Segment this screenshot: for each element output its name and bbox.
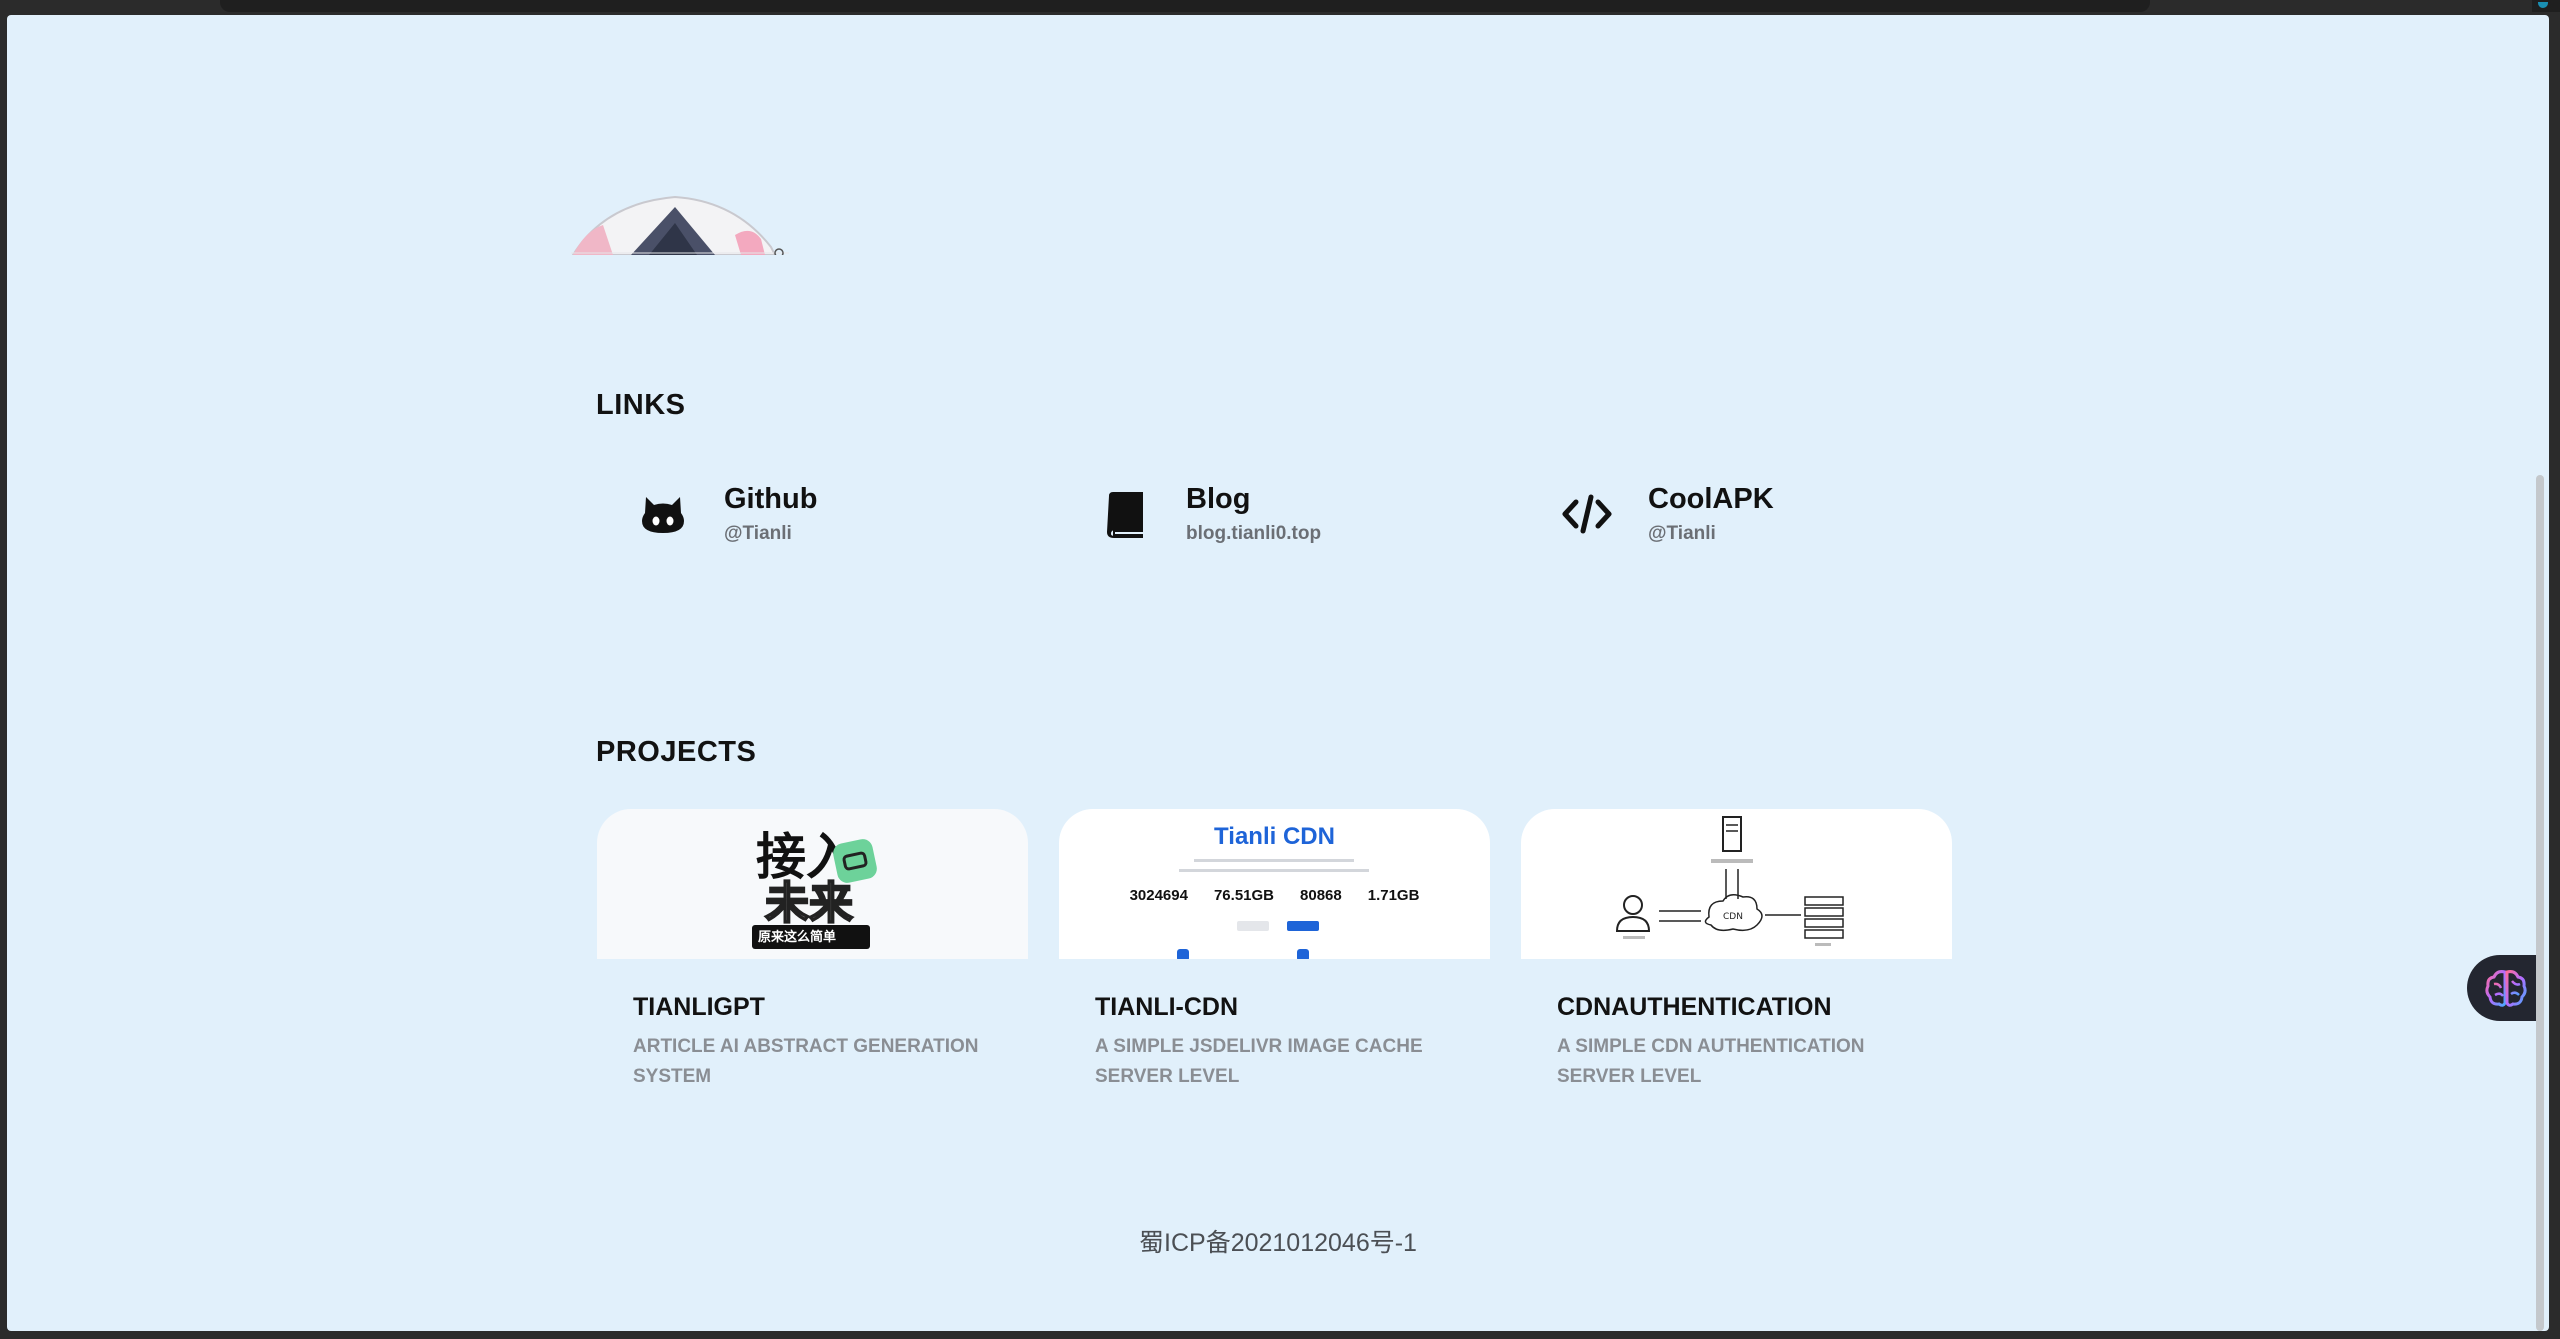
project-description: ARTICLE AI ABSTRACT GENERATION SYSTEM — [633, 1036, 979, 1087]
thumb-icon — [1297, 949, 1309, 959]
project-title: TIANLI-CDN — [1095, 993, 1239, 1021]
github-icon — [638, 489, 688, 539]
link-github[interactable]: Github @Tianli — [638, 481, 958, 551]
project-card-tianligpt[interactable]: 接入 未来 原来这么简单 TIANLIGPT ARTICLE AI ABSTRA… — [597, 809, 1028, 1092]
link-coolapk-name: CoolAPK — [1648, 483, 1774, 515]
link-github-sub: @Tianli — [724, 523, 792, 544]
cdn-node-label: CDN — [1723, 912, 1743, 922]
thumb-stat: 3024694 — [1129, 887, 1188, 904]
link-blog-sub: blog.tianli0.top — [1186, 523, 1322, 544]
footer-icp-link[interactable]: 蜀ICP备2021012046号-1 — [7, 1223, 2549, 1259]
project-thumbnail: 接入 未来 原来这么简单 — [597, 809, 1028, 959]
projects-heading: PROJECTS — [596, 736, 757, 768]
link-blog[interactable]: Blog blog.tianli0.top — [1100, 481, 1420, 551]
thumb-stat: 1.71GB — [1367, 887, 1420, 904]
ai-assistant-button[interactable] — [2467, 955, 2541, 1021]
project-description: A SIMPLE JSDELIVR IMAGE CACHE SERVER LEV… — [1095, 1036, 1423, 1087]
project-thumbnail: Tianli CDN 3024694 76.51GB 80868 1.71GB — [1059, 809, 1490, 959]
thumb-caption: 原来这么简单 — [752, 925, 870, 949]
link-coolapk[interactable]: CoolAPK @Tianli — [1562, 481, 1882, 551]
project-card-cdnauthentication[interactable]: CDN CDNAUTHENTICATION A SIMPLE CDN AUTHE… — [1521, 809, 1952, 1092]
project-card-tianli-cdn[interactable]: Tianli CDN 3024694 76.51GB 80868 1.71GB … — [1059, 809, 1490, 1092]
thumb-text-line — [1179, 869, 1369, 872]
thumb-text-line — [1194, 859, 1354, 862]
brain-icon — [2485, 970, 2527, 1007]
project-title: CDNAUTHENTICATION — [1557, 993, 1832, 1021]
avatar[interactable] — [565, 195, 789, 255]
link-github-name: Github — [724, 483, 818, 515]
book-icon — [1100, 489, 1150, 539]
browser-corner-indicator — [2532, 0, 2560, 12]
thumb-stat: 80868 — [1300, 887, 1342, 904]
thumb-icon — [1177, 949, 1189, 959]
thumb-stats: 3024694 76.51GB 80868 1.71GB — [1059, 887, 1490, 904]
project-title: TIANLIGPT — [633, 993, 765, 1021]
thumb-stat: 76.51GB — [1213, 887, 1275, 904]
page-scrollbar[interactable] — [2536, 475, 2544, 1331]
thumb-heading: Tianli CDN — [1214, 823, 1335, 850]
robot-icon — [831, 837, 879, 885]
project-thumbnail: CDN — [1521, 809, 1952, 959]
thumb-button — [1237, 921, 1269, 931]
link-coolapk-sub: @Tianli — [1648, 523, 1716, 544]
link-blog-name: Blog — [1186, 483, 1251, 515]
links-heading: LINKS — [596, 389, 686, 421]
project-description: A SIMPLE CDN AUTHENTICATION SERVER LEVEL — [1557, 1036, 1865, 1087]
code-icon — [1562, 489, 1612, 539]
thumb-button — [1287, 921, 1319, 931]
browser-top-bar — [220, 0, 2150, 12]
cdn-diagram: CDN — [1615, 816, 1844, 946]
page: LINKS Github @Tianli Blog blog.tianli0.t… — [7, 15, 2549, 1331]
